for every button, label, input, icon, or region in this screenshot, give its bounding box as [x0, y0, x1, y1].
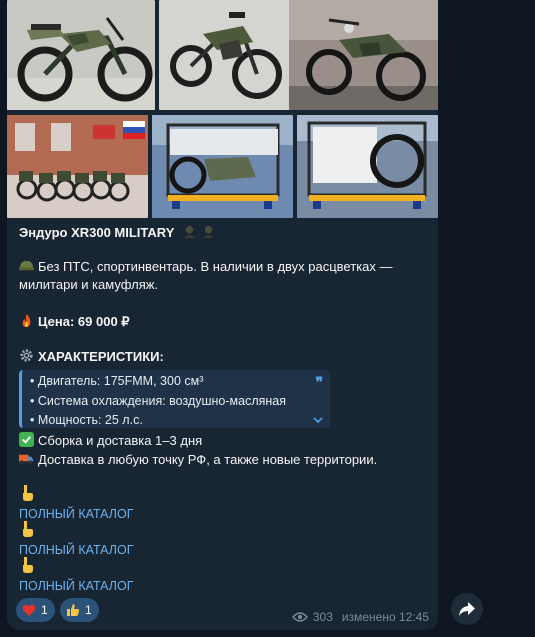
gear-icon	[20, 349, 33, 362]
photo-gallery	[7, 0, 438, 218]
photo-bike-side[interactable]	[7, 0, 155, 110]
photo-bike-front[interactable]	[289, 0, 438, 110]
message-bubble: Эндуро XR300 MILITARY Без ПТС, спортинве…	[7, 0, 438, 630]
delivery-line: Доставка в любую точку РФ, а также новые…	[19, 451, 377, 469]
pointing-down-icon	[23, 557, 33, 573]
photo-bikes-row[interactable]	[7, 115, 148, 218]
spec-line: • Мощность: 25 л.с.	[30, 413, 143, 427]
photo-crate-1[interactable]	[152, 115, 293, 218]
catalog-link[interactable]: ПОЛНЫЙ КАТАЛОГ	[19, 506, 134, 522]
reaction-count: 1	[41, 603, 48, 617]
chevron-down-icon[interactable]	[312, 414, 324, 426]
check-mark-icon	[19, 432, 34, 447]
catalog-link[interactable]: ПОЛНЫЙ КАТАЛОГ	[19, 578, 134, 594]
assembly-line: Сборка и доставка 1–3 дня	[19, 432, 202, 450]
spec-line: • Система охлаждения: воздушно-масляная	[30, 393, 287, 408]
pointing-down-icon	[23, 521, 33, 537]
fire-icon	[22, 313, 31, 328]
catalog-link[interactable]: ПОЛНЫЙ КАТАЛОГ	[19, 542, 134, 558]
spec-line: • Двигатель: 175FMM, 300 см³	[30, 374, 204, 388]
soldier-icon	[183, 225, 195, 239]
specs-heading: ХАРАКТЕРИСТИКИ:	[19, 348, 428, 366]
post-description: Без ПТС, спортинвентарь. В наличии в дву…	[19, 258, 428, 294]
delivery-text: Доставка в любую точку РФ, а также новые…	[38, 452, 378, 467]
post-title-text: Эндуро XR300 MILITARY	[19, 225, 175, 240]
post-price: Цена: 69 000 ₽	[19, 313, 428, 331]
heart-icon	[22, 604, 36, 616]
specs-quote[interactable]: • Двигатель: 175FMM, 300 см³ • Система о…	[19, 370, 330, 428]
eye-icon	[291, 612, 308, 622]
share-arrow-icon	[459, 602, 475, 616]
reaction-heart[interactable]: 1	[16, 598, 55, 622]
message-meta: 303 изменено 12:45	[291, 610, 429, 624]
helmet-icon	[19, 260, 34, 271]
assembly-text: Сборка и доставка 1–3 дня	[38, 433, 203, 448]
photo-crate-2[interactable]	[297, 115, 438, 218]
specs-heading-text: ХАРАКТЕРИСТИКИ:	[38, 349, 164, 364]
edited-time: изменено 12:45	[341, 610, 429, 624]
quote-icon: ❞	[315, 374, 323, 390]
thumbs-up-icon	[67, 604, 80, 616]
reaction-thumbs-up[interactable]: 1	[60, 598, 99, 622]
views-count: 303	[312, 610, 333, 624]
price-text: Цена: 69 000 ₽	[38, 314, 130, 329]
truck-icon	[19, 454, 34, 465]
pointing-down-icon	[23, 485, 33, 501]
description-text: Без ПТС, спортинвентарь. В наличии в дву…	[19, 259, 393, 292]
photo-bike-angle[interactable]	[159, 0, 291, 110]
soldier-icon	[202, 225, 214, 239]
reaction-count: 1	[85, 603, 92, 617]
post-title: Эндуро XR300 MILITARY	[19, 224, 428, 242]
share-button[interactable]	[451, 593, 483, 625]
